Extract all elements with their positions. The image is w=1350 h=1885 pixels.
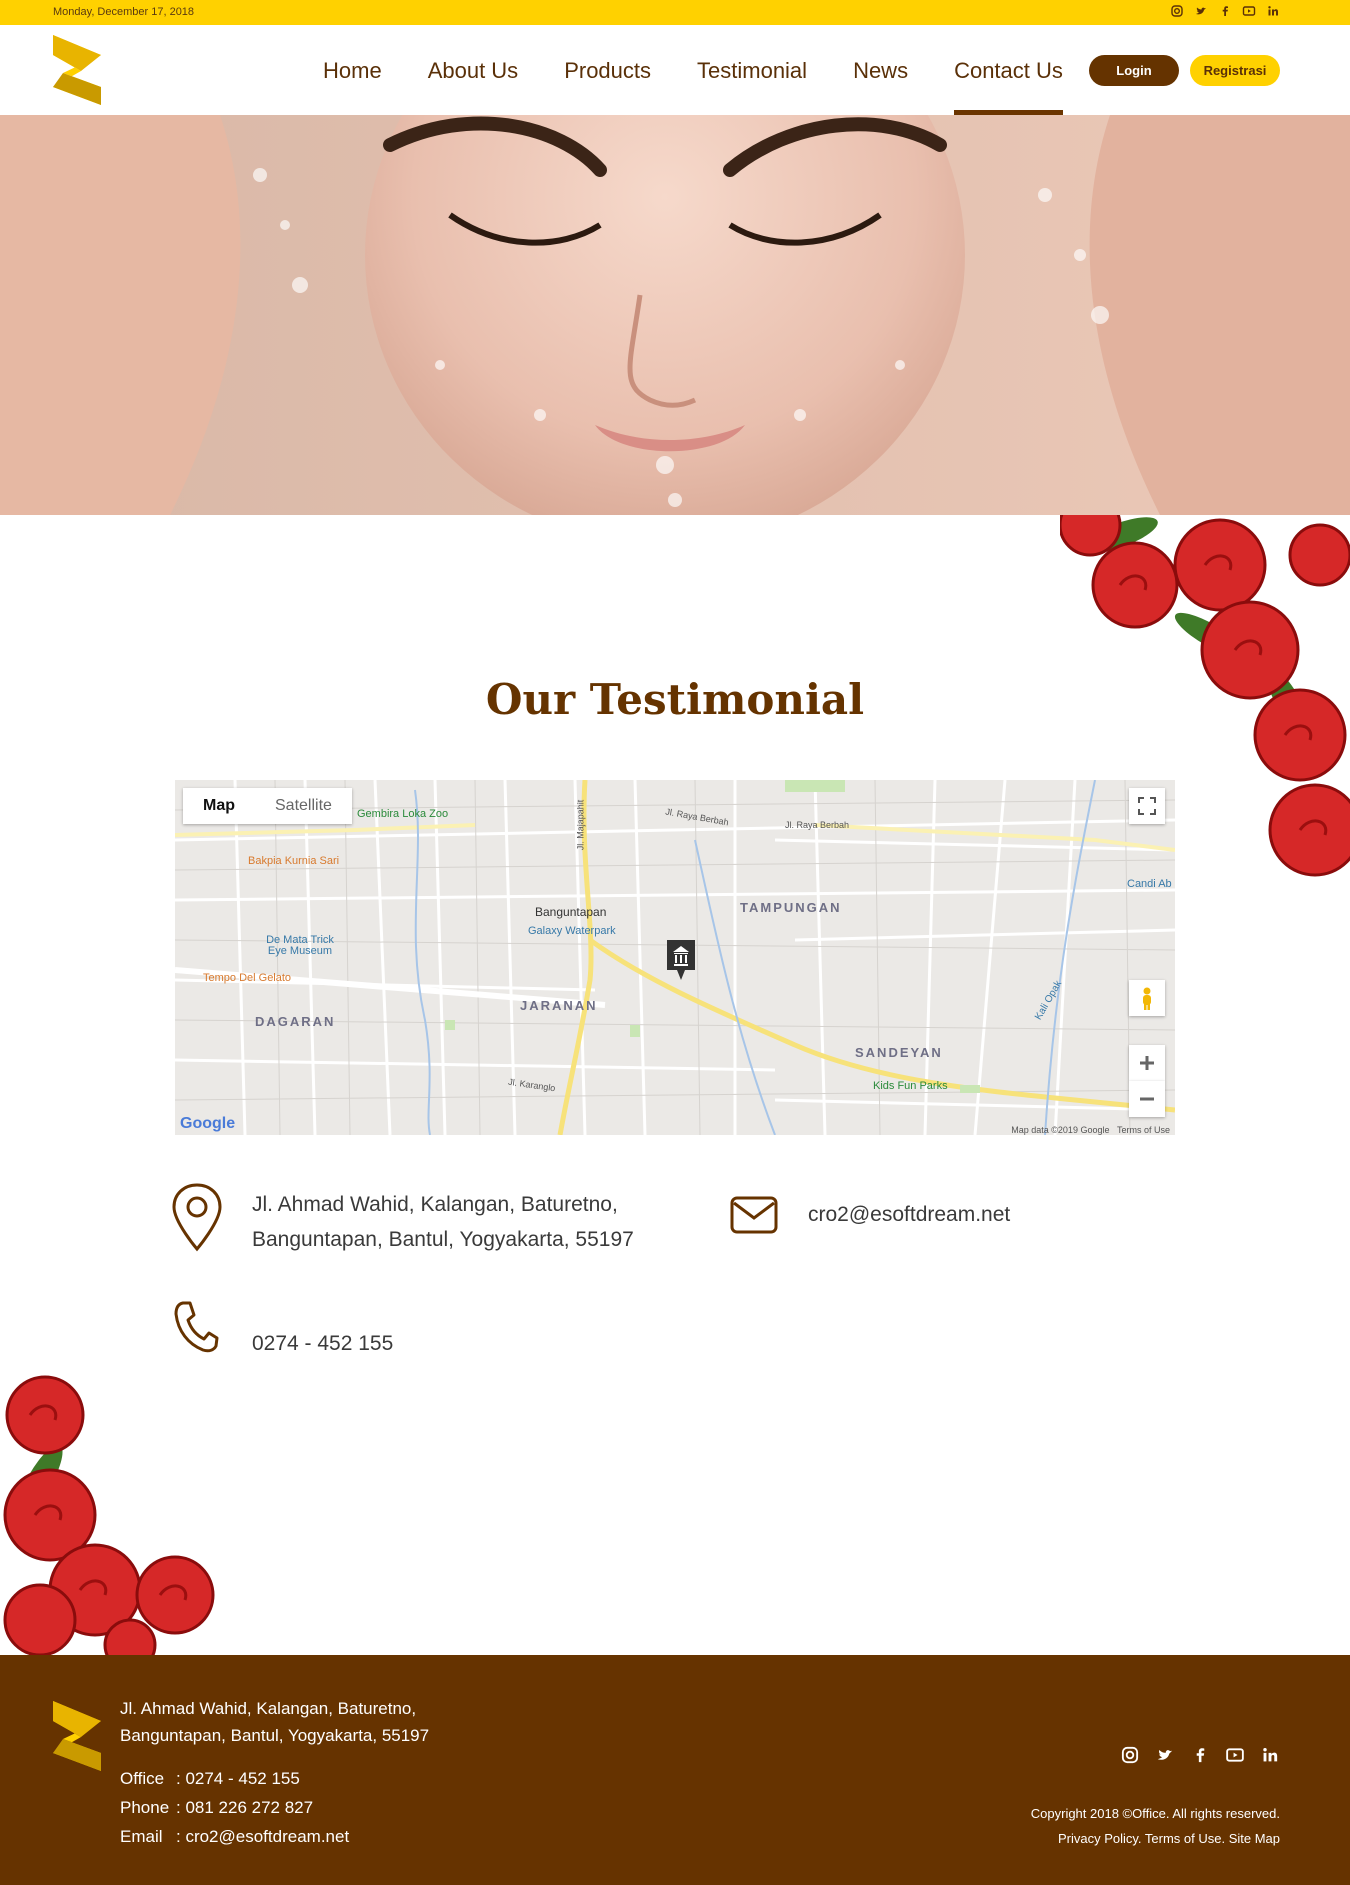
youtube-icon[interactable]	[1225, 1745, 1245, 1765]
map-area-dagaran: DAGARAN	[255, 1014, 336, 1029]
footer-address-line1: Jl. Ahmad Wahid, Kalangan, Baturetno,	[120, 1699, 417, 1718]
map-place-zoo[interactable]: Gembira Loka Zoo	[357, 808, 448, 820]
google-logo: Google	[180, 1115, 236, 1132]
map-road-majapahit: Jl. Majapahit	[575, 799, 586, 851]
current-date: Monday, December 17, 2018	[53, 6, 195, 18]
nav-contact-us[interactable]: Contact Us	[931, 25, 1086, 115]
nav-news[interactable]: News	[830, 25, 931, 115]
footer-address-line2: Banguntapan, Bantul, Yogyakarta, 55197	[120, 1726, 430, 1745]
zoom-out-icon[interactable]	[1129, 1081, 1165, 1117]
map-location-pin-icon[interactable]	[665, 938, 697, 987]
facebook-icon[interactable]	[1218, 4, 1232, 18]
page-title: Our Testimonial	[485, 675, 865, 724]
map-area-tampungan: TAMPUNGAN	[740, 900, 842, 915]
footer-email: Email: cro2@esoftdream.net	[120, 1827, 350, 1846]
copyright-text: Copyright 2018 ©Office. All rights reser…	[1030, 1806, 1280, 1821]
location-pin-icon	[170, 1182, 224, 1257]
map-attribution[interactable]: Map data ©2019 Google Terms of Use	[1011, 1125, 1170, 1135]
main-nav: Home About Us Products Testimonial News …	[300, 25, 1086, 115]
top-bar: Monday, December 17, 2018	[0, 0, 1350, 25]
phone-icon	[173, 1300, 219, 1359]
fullscreen-icon[interactable]	[1129, 788, 1165, 824]
footer-address: Jl. Ahmad Wahid, Kalangan, Baturetno, Ba…	[120, 1695, 429, 1749]
site-footer: Jl. Ahmad Wahid, Kalangan, Baturetno, Ba…	[0, 1655, 1350, 1885]
map-road-raya-berbah-2: Jl. Raya Berbah	[785, 820, 850, 830]
nav-about-us[interactable]: About Us	[405, 25, 542, 115]
linkedin-icon[interactable]	[1260, 1745, 1280, 1765]
footer-social-links	[1120, 1745, 1280, 1765]
site-header: Home About Us Products Testimonial News …	[0, 25, 1350, 115]
site-logo[interactable]	[53, 35, 103, 105]
map-place-candi[interactable]: Candi Ab	[1127, 878, 1172, 890]
footer-phone: Phone: 081 226 272 827	[120, 1798, 314, 1817]
instagram-icon[interactable]	[1170, 4, 1184, 18]
map-place-kidsfun[interactable]: Kids Fun Parks	[873, 1080, 948, 1092]
contact-address-line2: Banguntapan, Bantul, Yogyakarta, 55197	[252, 1228, 634, 1251]
footer-logo[interactable]	[53, 1701, 103, 1771]
location-map[interactable]: Map Satellite Gembira Loka Zoo Bakpia Ku…	[175, 780, 1175, 1135]
footer-office: Office: 0274 - 452 155	[120, 1769, 300, 1788]
roses-decoration-bottom	[0, 1370, 220, 1672]
map-area-jaranan: JARANAN	[520, 998, 598, 1013]
contact-address-line1: Jl. Ahmad Wahid, Kalangan, Baturetno,	[252, 1193, 618, 1216]
footer-legal-links[interactable]: Privacy Policy. Terms of Use. Site Map	[1031, 1826, 1280, 1851]
hero-image	[0, 115, 1350, 515]
contact-email[interactable]: cro2@esoftdream.net	[808, 1197, 1010, 1232]
nav-home[interactable]: Home	[300, 25, 405, 115]
map-area-sandeyan: SANDEYAN	[855, 1045, 943, 1060]
login-button[interactable]: Login	[1089, 55, 1179, 86]
email-icon	[730, 1195, 778, 1240]
youtube-icon[interactable]	[1242, 4, 1256, 18]
twitter-icon[interactable]	[1155, 1745, 1175, 1765]
map-tab-map[interactable]: Map	[183, 788, 255, 824]
map-place-waterpark[interactable]: Galaxy Waterpark	[528, 925, 616, 937]
street-view-icon[interactable]	[1129, 980, 1165, 1016]
top-social-links	[1170, 4, 1280, 18]
map-tab-satellite[interactable]: Satellite	[255, 788, 352, 824]
contact-phone[interactable]: 0274 - 452 155	[252, 1326, 393, 1361]
map-place-banguntapan: Banguntapan	[535, 905, 607, 919]
map-type-tabs: Map Satellite	[183, 788, 352, 824]
instagram-icon[interactable]	[1120, 1745, 1140, 1765]
map-place-museum[interactable]: De Mata Trick Eye Museum	[265, 935, 335, 957]
map-place-gelato[interactable]: Tempo Del Gelato	[203, 972, 291, 984]
contact-address: Jl. Ahmad Wahid, Kalangan, Baturetno, Ba…	[252, 1187, 634, 1257]
register-button[interactable]: Registrasi	[1190, 55, 1280, 86]
zoom-in-icon[interactable]	[1129, 1045, 1165, 1081]
map-terms-link[interactable]: Terms of Use	[1117, 1125, 1170, 1135]
map-place-bakpia[interactable]: Bakpia Kurnia Sari	[248, 855, 339, 867]
nav-products[interactable]: Products	[541, 25, 674, 115]
footer-legal: Copyright 2018 ©Office. All rights reser…	[1031, 1801, 1280, 1851]
facebook-icon[interactable]	[1190, 1745, 1210, 1765]
twitter-icon[interactable]	[1194, 4, 1208, 18]
nav-testimonial[interactable]: Testimonial	[674, 25, 830, 115]
linkedin-icon[interactable]	[1266, 4, 1280, 18]
